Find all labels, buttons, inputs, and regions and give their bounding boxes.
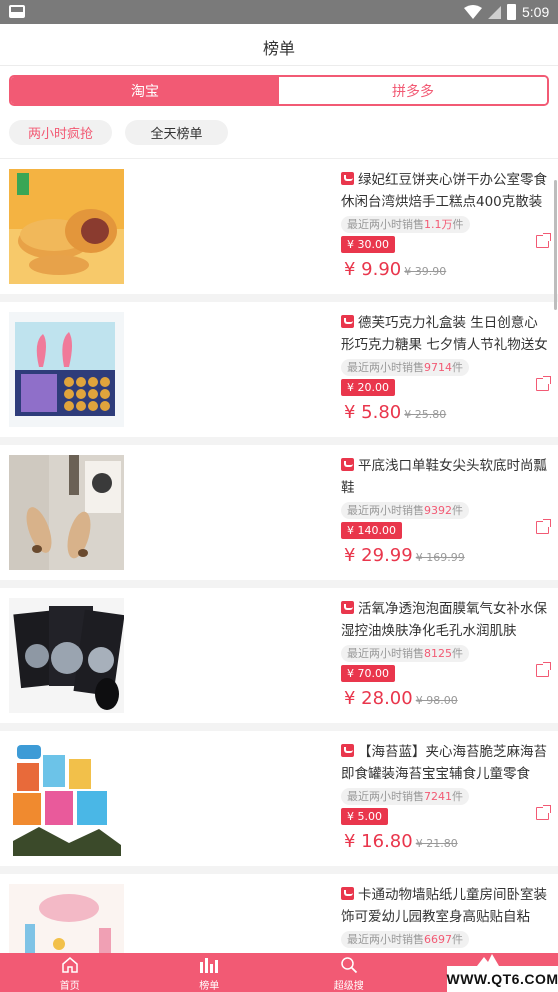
sales-badge: 最近两小时销售9714件 xyxy=(341,359,469,376)
taobao-icon xyxy=(341,172,354,185)
sales-badge: 最近两小时销售9392件 xyxy=(341,502,469,519)
nav-item-ranking[interactable]: 榜单 xyxy=(140,953,280,992)
product-image xyxy=(9,741,124,856)
taobao-icon xyxy=(341,887,354,900)
screen: 5:09 榜单 淘宝 拼多多 两小时疯抢 全天榜单 绿妃红豆饼夹心饼干办公室零食… xyxy=(0,0,558,992)
product-title: 活氧净透泡泡面膜氧气女补水保湿控油焕肤净化毛孔水润肌肤 xyxy=(341,601,547,639)
product-title: 德芙巧克力礼盒装 生日创意心形巧克力糖果 七夕情人节礼物送女友 xyxy=(341,315,548,353)
taobao-icon xyxy=(341,458,354,471)
nav-item-super-search[interactable]: 超级搜 xyxy=(279,953,419,992)
coupon-badge[interactable]: ¥ 140.00 xyxy=(341,522,402,539)
share-icon[interactable] xyxy=(536,519,551,534)
price: ¥ 5.80 xyxy=(344,402,402,423)
product-card[interactable]: 活氧净透泡泡面膜氧气女补水保湿控油焕肤净化毛孔水润肌肤 最近两小时销售8125件… xyxy=(0,588,558,731)
price: ¥ 29.99 xyxy=(344,545,413,566)
coupon-badge[interactable]: ¥ 5.00 xyxy=(341,808,388,825)
nav-label: 首页 xyxy=(59,981,80,992)
price-row: ¥ 29.99 ¥ 169.99 xyxy=(344,545,465,566)
product-card[interactable]: 德芙巧克力礼盒装 生日创意心形巧克力糖果 七夕情人节礼物送女友 最近两小时销售9… xyxy=(0,302,558,445)
original-price: ¥ 39.90 xyxy=(404,265,447,278)
product-list: 绿妃红豆饼夹心饼干办公室零食休闲台湾烘焙手工糕点400克散装 最近两小时销售1.… xyxy=(0,159,558,992)
range-chip-all-day[interactable]: 全天榜单 xyxy=(125,120,228,145)
nav-label: 超级搜 xyxy=(333,981,364,992)
product-title: 平底浅口单鞋女尖头软底时尚瓢鞋 xyxy=(341,458,547,496)
nav-label: 榜单 xyxy=(199,981,220,992)
home-icon xyxy=(0,956,140,975)
sales-badge: 最近两小时销售1.1万件 xyxy=(341,216,470,233)
sales-badge: 最近两小时销售7241件 xyxy=(341,788,469,805)
tab-pinduoduo[interactable]: 拼多多 xyxy=(279,77,547,104)
product-card[interactable]: 绿妃红豆饼夹心饼干办公室零食休闲台湾烘焙手工糕点400克散装 最近两小时销售1.… xyxy=(0,159,558,302)
bar-chart-icon xyxy=(140,956,280,975)
range-chip-two-hours[interactable]: 两小时疯抢 xyxy=(9,120,112,145)
share-icon[interactable] xyxy=(536,376,551,391)
product-title: 绿妃红豆饼夹心饼干办公室零食休闲台湾烘焙手工糕点400克散装 xyxy=(341,172,547,210)
scrollbar[interactable] xyxy=(554,180,557,310)
platform-tabs: 淘宝 拼多多 xyxy=(9,75,549,106)
tab-taobao[interactable]: 淘宝 xyxy=(11,77,279,104)
price-row: ¥ 16.80 ¥ 21.80 xyxy=(344,831,458,852)
product-card[interactable]: 【海苔蓝】夹心海苔脆芝麻海苔即食罐装海苔宝宝辅食儿童零食40... 最近两小时销… xyxy=(0,731,558,874)
original-price: ¥ 21.80 xyxy=(415,837,458,850)
original-price: ¥ 25.80 xyxy=(404,408,447,421)
product-info: 平底浅口单鞋女尖头软底时尚瓢鞋 最近两小时销售9392件 ¥ 140.00 ¥ … xyxy=(341,455,550,566)
coupon-badge[interactable]: ¥ 20.00 xyxy=(341,379,395,396)
product-image xyxy=(9,169,124,284)
coupon-badge[interactable]: ¥ 30.00 xyxy=(341,236,395,253)
price: ¥ 9.90 xyxy=(344,259,402,280)
battery-icon xyxy=(507,4,516,20)
page-title: 榜单 xyxy=(262,39,295,58)
header: 榜单 xyxy=(0,24,558,66)
taobao-icon xyxy=(341,315,354,328)
taobao-icon xyxy=(341,601,354,614)
share-icon[interactable] xyxy=(536,662,551,677)
product-info: 【海苔蓝】夹心海苔脆芝麻海苔即食罐装海苔宝宝辅食儿童零食40... 最近两小时销… xyxy=(341,741,550,852)
product-info: 德芙巧克力礼盒装 生日创意心形巧克力糖果 七夕情人节礼物送女友 最近两小时销售9… xyxy=(341,312,550,423)
search-icon xyxy=(279,956,419,975)
price: ¥ 28.00 xyxy=(344,688,413,709)
price-row: ¥ 9.90 ¥ 39.90 xyxy=(344,259,446,280)
sales-badge: 最近两小时销售8125件 xyxy=(341,645,469,662)
signal-icon xyxy=(487,5,501,19)
coupon-badge[interactable]: ¥ 70.00 xyxy=(341,665,395,682)
original-price: ¥ 169.99 xyxy=(415,551,465,564)
notification-icon xyxy=(9,5,25,18)
watermark: WWW.QT6.COM xyxy=(446,966,558,992)
product-info: 卡通动物墙贴纸儿童房间卧室装饰可爱幼儿园教室身高贴贴自粘墙... 最近两小时销售… xyxy=(341,884,550,948)
product-title: 卡通动物墙贴纸儿童房间卧室装饰可爱幼儿园教室身高贴贴自粘墙... xyxy=(341,887,547,925)
status-bar: 5:09 xyxy=(0,0,558,24)
product-image xyxy=(9,455,124,570)
product-title: 【海苔蓝】夹心海苔脆芝麻海苔即食罐装海苔宝宝辅食儿童零食40... xyxy=(341,744,547,782)
nav-item-home[interactable]: 首页 xyxy=(0,953,140,992)
price: ¥ 16.80 xyxy=(344,831,413,852)
product-image xyxy=(9,598,124,713)
price-row: ¥ 5.80 ¥ 25.80 xyxy=(344,402,446,423)
price-row: ¥ 28.00 ¥ 98.00 xyxy=(344,688,458,709)
share-icon[interactable] xyxy=(536,805,551,820)
watermark-logo-icon xyxy=(477,954,499,966)
product-info: 绿妃红豆饼夹心饼干办公室零食休闲台湾烘焙手工糕点400克散装 最近两小时销售1.… xyxy=(341,169,550,280)
product-info: 活氧净透泡泡面膜氧气女补水保湿控油焕肤净化毛孔水润肌肤 最近两小时销售8125件… xyxy=(341,598,550,709)
wifi-icon xyxy=(464,5,482,19)
taobao-icon xyxy=(341,744,354,757)
product-card[interactable]: 平底浅口单鞋女尖头软底时尚瓢鞋 最近两小时销售9392件 ¥ 140.00 ¥ … xyxy=(0,445,558,588)
share-icon[interactable] xyxy=(536,233,551,248)
status-time: 5:09 xyxy=(522,4,550,20)
product-image xyxy=(9,312,124,427)
original-price: ¥ 98.00 xyxy=(415,694,458,707)
sales-badge: 最近两小时销售6697件 xyxy=(341,931,469,948)
